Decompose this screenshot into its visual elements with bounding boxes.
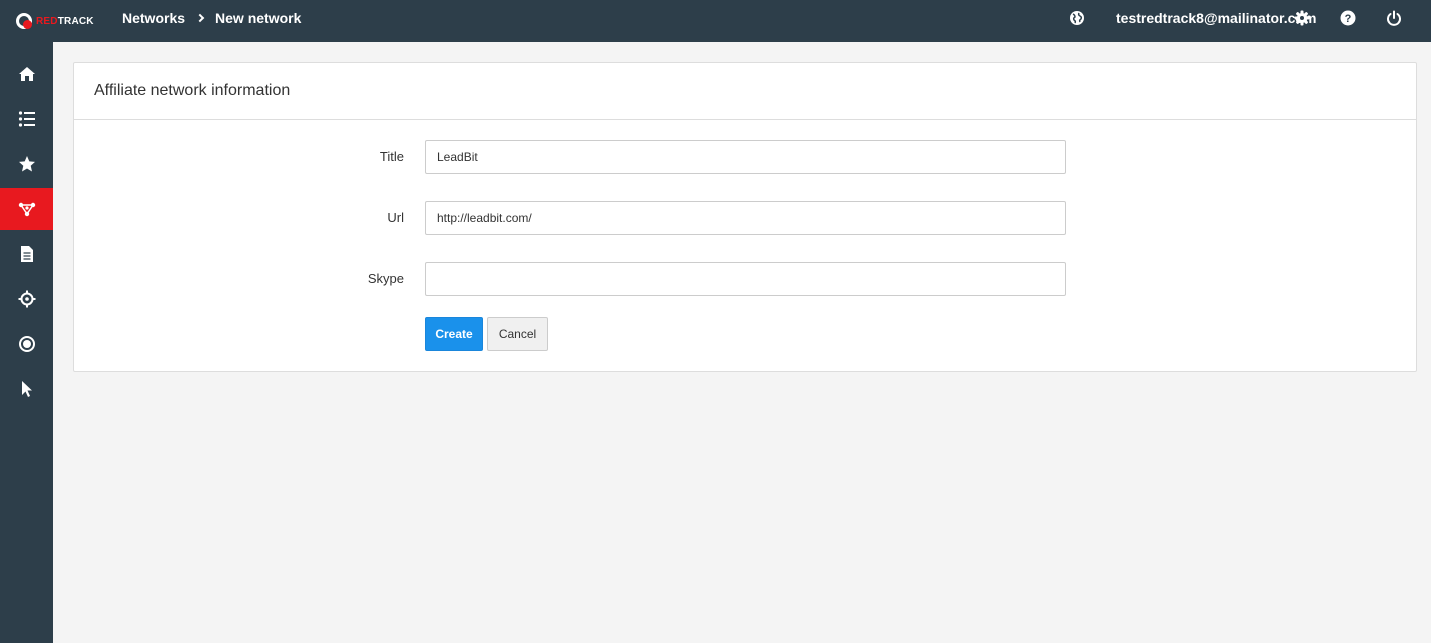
sidebar bbox=[0, 42, 53, 643]
document-icon bbox=[20, 246, 33, 262]
top-navbar: REDTRACK Networks New network testredtra… bbox=[0, 0, 1431, 42]
chevron-right-icon bbox=[195, 13, 205, 23]
affiliate-network-panel: Affiliate network information Title Url … bbox=[73, 62, 1417, 372]
title-input[interactable] bbox=[425, 140, 1066, 174]
home-icon bbox=[18, 67, 35, 81]
url-label: Url bbox=[387, 210, 404, 225]
skype-label: Skype bbox=[367, 271, 404, 286]
url-input[interactable] bbox=[425, 201, 1066, 235]
star-icon bbox=[18, 156, 35, 172]
globe-icon[interactable] bbox=[1069, 10, 1085, 26]
sidebar-item-traffic-sources[interactable] bbox=[0, 278, 53, 320]
network-icon bbox=[18, 202, 35, 217]
cancel-button[interactable]: Cancel bbox=[487, 317, 548, 351]
title-label: Title bbox=[379, 149, 404, 164]
skype-input[interactable] bbox=[425, 262, 1066, 296]
sidebar-item-conversions[interactable] bbox=[0, 323, 53, 365]
redtrack-logo[interactable]: REDTRACK bbox=[16, 11, 94, 31]
help-icon[interactable]: ? bbox=[1340, 10, 1356, 26]
skype-form-row: Skype bbox=[74, 262, 1416, 296]
sidebar-item-clicks[interactable] bbox=[0, 368, 53, 410]
create-button[interactable]: Create bbox=[425, 317, 483, 351]
breadcrumb-networks-link[interactable]: Networks bbox=[122, 10, 185, 26]
sidebar-item-campaigns[interactable] bbox=[0, 98, 53, 140]
title-form-row: Title bbox=[74, 140, 1416, 174]
breadcrumb-current: New network bbox=[215, 10, 302, 26]
user-email-menu[interactable]: testredtrack8@mailinator.com bbox=[1116, 10, 1316, 26]
target-icon bbox=[18, 290, 35, 308]
sidebar-item-offers[interactable] bbox=[0, 143, 53, 185]
panel-header: Affiliate network information bbox=[74, 63, 1416, 120]
logo-mark-icon bbox=[16, 13, 32, 29]
url-form-row: Url bbox=[74, 201, 1416, 235]
record-icon bbox=[18, 336, 35, 352]
cursor-icon bbox=[21, 381, 32, 397]
list-icon bbox=[18, 111, 35, 127]
sidebar-item-dashboard[interactable] bbox=[0, 53, 53, 95]
sidebar-item-landers[interactable] bbox=[0, 233, 53, 275]
sidebar-item-networks[interactable] bbox=[0, 188, 53, 230]
power-icon[interactable] bbox=[1386, 10, 1402, 26]
panel-title: Affiliate network information bbox=[94, 82, 291, 99]
svg-text:?: ? bbox=[1345, 13, 1352, 25]
breadcrumb: Networks New network bbox=[122, 0, 301, 36]
gear-icon[interactable] bbox=[1294, 10, 1310, 26]
